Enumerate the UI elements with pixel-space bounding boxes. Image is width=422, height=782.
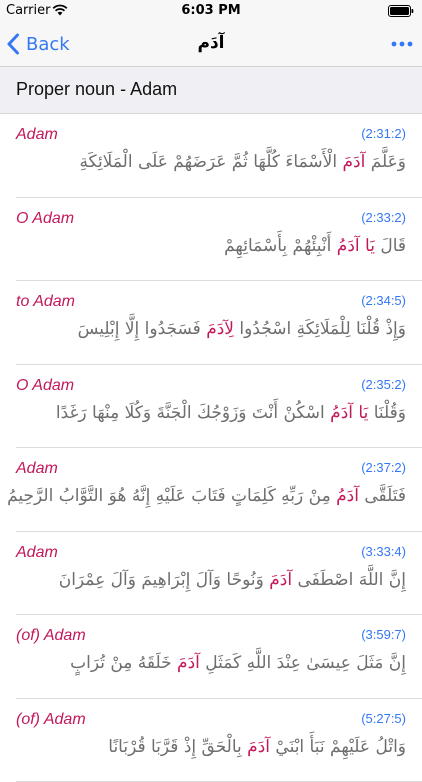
list-item[interactable]: Adam (2:37:2) فَتَلَقَّى آدَمُ مِنْ رَبِ… bbox=[16, 448, 422, 532]
item-verse: وَإِذْ قُلْنَا لِلْمَلَائِكَةِ اسْجُدُوا… bbox=[78, 319, 406, 339]
item-reference[interactable]: (2:35:2) bbox=[361, 377, 406, 392]
list-item[interactable]: Adam (2:31:2) وَعَلَّمَ آدَمَ الْأَسْمَا… bbox=[16, 114, 422, 198]
status-bar: Carrier 6:03 PM bbox=[0, 0, 422, 22]
more-icon[interactable] bbox=[390, 35, 414, 53]
list-item[interactable]: O Adam (2:35:2) وَقُلْنَا يَا آدَمُ اسْك… bbox=[16, 365, 422, 449]
list-item[interactable]: to Adam (2:34:5) وَإِذْ قُلْنَا لِلْمَلَ… bbox=[16, 281, 422, 365]
highlighted-word: آدَمَ bbox=[247, 737, 270, 757]
section-header-title: Proper noun - Adam bbox=[16, 79, 177, 100]
item-reference[interactable]: (3:33:4) bbox=[361, 544, 406, 559]
highlighted-word: يَا آدَمُ bbox=[330, 403, 368, 423]
item-reference[interactable]: (2:31:2) bbox=[361, 126, 406, 141]
item-reference[interactable]: (2:37:2) bbox=[361, 460, 406, 475]
item-gloss: to Adam bbox=[16, 293, 75, 311]
item-gloss: Adam bbox=[16, 460, 58, 478]
highlighted-word: آدَمَ bbox=[269, 570, 292, 590]
list-item[interactable]: (of) Adam (3:59:7) إِنَّ مَثَلَ عِيسَىٰ … bbox=[16, 615, 422, 699]
list-item[interactable]: O Adam (2:33:2) قَالَ يَا آدَمُ أَنْبِئْ… bbox=[16, 198, 422, 282]
item-verse: قَالَ يَا آدَمُ أَنْبِئْهُمْ بِأَسْمَائِ… bbox=[224, 236, 406, 256]
highlighted-word: آدَمُ bbox=[336, 486, 359, 506]
item-reference[interactable]: (2:34:5) bbox=[361, 293, 406, 308]
item-gloss: O Adam bbox=[16, 377, 74, 395]
item-gloss: (of) Adam bbox=[16, 711, 86, 729]
section-header: Proper noun - Adam bbox=[0, 67, 422, 114]
item-verse: وَعَلَّمَ آدَمَ الْأَسْمَاءَ كُلَّهَا ثُ… bbox=[79, 152, 406, 172]
item-verse: فَتَلَقَّى آدَمُ مِنْ رَبِّهِ كَلِمَاتٍ … bbox=[7, 486, 406, 506]
item-verse: وَاتْلُ عَلَيْهِمْ نَبَأَ ابْنَيْ آدَمَ … bbox=[108, 737, 406, 757]
item-verse: وَقُلْنَا يَا آدَمُ اسْكُنْ أَنْتَ وَزَو… bbox=[56, 403, 406, 423]
highlighted-word: لِآدَمَ bbox=[206, 319, 234, 339]
list-item[interactable]: (of) Adam (5:27:5) وَاتْلُ عَلَيْهِمْ نَ… bbox=[16, 699, 422, 782]
item-gloss: Adam bbox=[16, 126, 58, 144]
item-verse: إِنَّ مَثَلَ عِيسَىٰ عِنْدَ اللَّهِ كَمَ… bbox=[70, 653, 406, 673]
highlighted-word: آدَمَ bbox=[342, 152, 365, 172]
item-gloss: O Adam bbox=[16, 210, 74, 228]
status-time: 6:03 PM bbox=[0, 3, 422, 18]
highlighted-word: آدَمَ bbox=[177, 653, 200, 673]
item-gloss: Adam bbox=[16, 544, 58, 562]
navigation-bar: Back آدَم bbox=[0, 22, 422, 67]
page-title: آدَم bbox=[0, 33, 422, 53]
battery-icon bbox=[388, 5, 414, 17]
item-gloss: (of) Adam bbox=[16, 627, 86, 645]
item-verse: إِنَّ اللَّهَ اصْطَفَى آدَمَ وَنُوحًا وَ… bbox=[59, 570, 406, 590]
item-reference[interactable]: (2:33:2) bbox=[361, 210, 406, 225]
list-item[interactable]: Adam (3:33:4) إِنَّ اللَّهَ اصْطَفَى آدَ… bbox=[16, 532, 422, 616]
highlighted-word: يَا آدَمُ bbox=[337, 236, 375, 256]
item-reference[interactable]: (3:59:7) bbox=[361, 627, 406, 642]
item-reference[interactable]: (5:27:5) bbox=[361, 711, 406, 726]
occurrence-list: Adam (2:31:2) وَعَلَّمَ آدَمَ الْأَسْمَا… bbox=[0, 114, 422, 782]
